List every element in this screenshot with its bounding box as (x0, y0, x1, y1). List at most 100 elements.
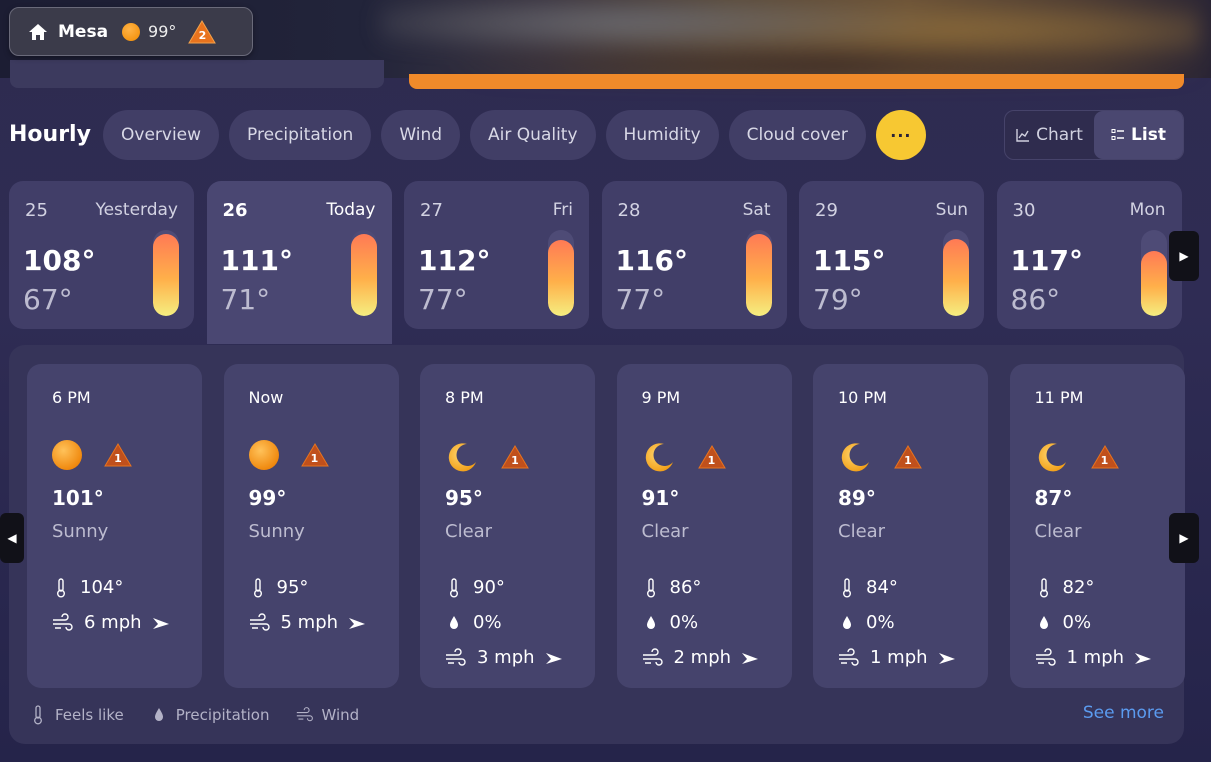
chart-view-button[interactable]: Chart (1005, 111, 1094, 159)
hour-card[interactable]: 9 PM 1 91° Clear 86° 0% 2 mph (616, 364, 792, 688)
day-date: 27 (420, 200, 443, 221)
alert-badge[interactable]: 1 (501, 445, 529, 469)
hour-temp: 95° (445, 486, 483, 510)
temp-range-fill (745, 234, 772, 316)
feels-like-row: 82° (1035, 577, 1095, 598)
tab-precipitation[interactable]: Precipitation (229, 110, 372, 160)
day-high: 116° (615, 244, 688, 277)
day-high: 115° (813, 244, 886, 277)
day-date: 30 (1012, 200, 1036, 221)
alert-badge[interactable]: 1 (104, 443, 132, 467)
hour-card[interactable]: 11 PM 1 87° Clear 82° 0% 1 mph (1009, 364, 1185, 688)
hour-condition: Clear (445, 521, 493, 542)
day-low: 86° (1010, 283, 1061, 316)
wind-icon (249, 612, 270, 631)
day-date: 29 (815, 200, 838, 221)
hours-next-button[interactable]: ▶ (1169, 513, 1199, 563)
wind-direction-icon (545, 652, 562, 664)
days-next-button[interactable]: ▶ (1169, 231, 1199, 281)
wind-icon (53, 612, 73, 631)
day-card[interactable]: 28 Sat 116° 77° (601, 181, 787, 329)
hour-card[interactable]: Now 1 99° Sunny 95° 5 mph (223, 364, 399, 688)
hour-icons: 1 (248, 440, 329, 470)
day-date: 26 (222, 200, 248, 221)
day-card[interactable]: 30 Mon 117° 86° (996, 181, 1182, 329)
day-label: Yesterday (95, 200, 178, 220)
day-high: 112° (418, 244, 491, 277)
wind-direction-icon (349, 617, 366, 629)
temp-range-bar (153, 230, 179, 316)
more-tabs-button[interactable]: ··· (875, 110, 926, 160)
hour-condition: Clear (641, 521, 689, 542)
list-view-button[interactable]: List (1094, 111, 1183, 159)
alert-count: 1 (511, 454, 519, 467)
wind-row: 1 mph (1035, 647, 1153, 668)
location-pill[interactable]: Mesa 99° 2 (9, 7, 253, 56)
wind-icon (642, 647, 663, 666)
precipitation-value: 0% (1062, 612, 1092, 633)
moon-icon (1038, 443, 1066, 472)
day-label: Sat (742, 200, 771, 220)
alert-count: 1 (1100, 454, 1109, 467)
alert-badge[interactable]: 2 (188, 19, 217, 44)
wind-direction-icon (152, 617, 169, 629)
day-high: 117° (1010, 244, 1083, 277)
wind-icon (296, 707, 313, 722)
precipitation-row: 0% (642, 612, 698, 633)
precipitation-row: 0% (1035, 612, 1092, 633)
tab-overview[interactable]: Overview (103, 110, 220, 160)
hour-card[interactable]: 6 PM 1 101° Sunny 104° 6 mph (27, 364, 202, 688)
moon-icon (448, 443, 476, 472)
day-card[interactable]: 29 Sun 115° 79° (799, 181, 984, 329)
forecast-tabs: Overview Precipitation Wind Air Quality … (103, 110, 926, 160)
hour-temp: 91° (641, 486, 680, 510)
sun-icon (122, 22, 141, 41)
alert-badge[interactable]: 1 (697, 445, 726, 469)
alert-badge[interactable]: 1 (894, 445, 922, 469)
tab-wind[interactable]: Wind (381, 110, 461, 160)
droplet-icon (450, 615, 458, 629)
hour-card[interactable]: 8 PM 1 95° Clear 90° 0% 3 mph (420, 364, 595, 688)
temp-range-fill (943, 238, 969, 316)
wind-row: 3 mph (445, 647, 563, 668)
feels-like-value: 82° (1062, 577, 1095, 598)
feels-like-value: 86° (669, 577, 702, 598)
day-low: 71° (220, 283, 271, 316)
droplet-icon (646, 615, 655, 629)
legend-feels-like: Feels like (29, 705, 124, 725)
day-high: 111° (220, 244, 293, 277)
hour-icons: 1 (642, 440, 726, 474)
day-card[interactable]: 27 Fri 112° 77° (404, 181, 589, 329)
wind-direction-icon (938, 652, 955, 664)
tab-cloud-cover[interactable]: Cloud cover (728, 110, 866, 160)
alert-badge[interactable]: 1 (1090, 445, 1119, 469)
alert-count: 1 (904, 454, 912, 467)
legend-precipitation-label: Precipitation (175, 706, 270, 724)
wind-value: 1 mph (870, 647, 928, 668)
hour-time: Now (248, 388, 284, 407)
feels-like-value: 84° (866, 577, 898, 598)
wind-row: 1 mph (838, 647, 956, 668)
day-card[interactable]: 26 Today 111° 71° (206, 181, 392, 344)
day-label: Today (326, 200, 376, 220)
tab-humidity[interactable]: Humidity (605, 110, 719, 160)
tab-air-quality[interactable]: Air Quality (470, 110, 596, 160)
thermometer-icon (842, 577, 851, 597)
hour-card[interactable]: 10 PM 1 89° Clear 84° 0% 1 mph (813, 364, 988, 688)
hour-temp: 101° (52, 486, 104, 510)
day-low: 67° (23, 283, 73, 316)
see-more-link[interactable]: See more (1083, 703, 1164, 723)
alert-badge[interactable]: 1 (300, 443, 329, 467)
precipitation-row: 0% (445, 612, 502, 633)
wind-icon (839, 647, 859, 666)
hour-time: 11 PM (1034, 388, 1084, 407)
chart-icon (1016, 129, 1030, 142)
day-high: 108° (23, 244, 96, 277)
thermometer-icon (34, 705, 42, 725)
section-title: Hourly (9, 122, 91, 147)
day-date: 25 (25, 200, 48, 221)
wind-value: 1 mph (1066, 647, 1125, 668)
hours-prev-button[interactable]: ◀ (0, 513, 24, 563)
feels-like-row: 95° (249, 577, 308, 598)
day-card[interactable]: 25 Yesterday 108° 67° (9, 181, 194, 329)
